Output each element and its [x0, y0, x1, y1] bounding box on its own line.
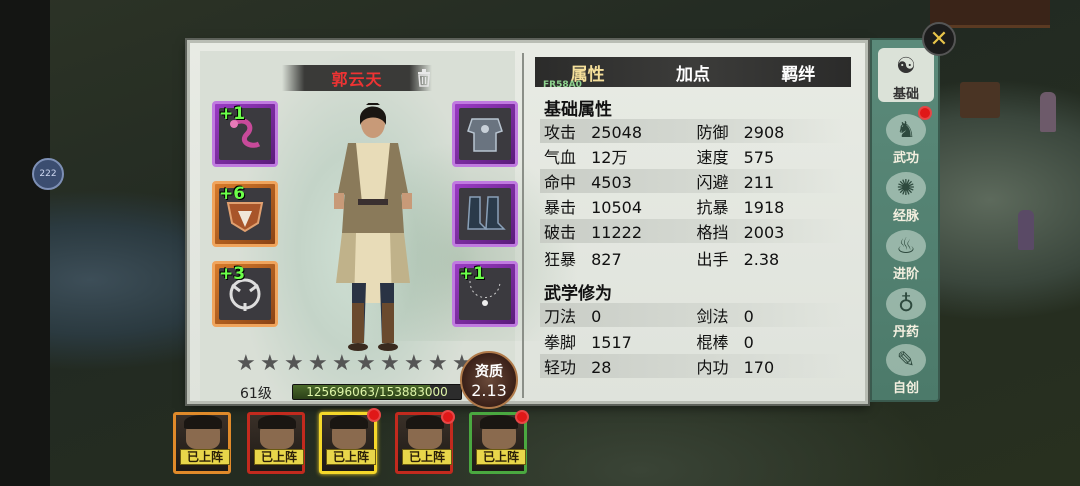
side-item-basic[interactable]: ☯ 基础	[878, 48, 934, 102]
aptitude-badge[interactable]: 资质 2.13	[460, 351, 518, 409]
character-level: 61级	[240, 386, 272, 402]
side-item-self-create[interactable]: ✎ 自创	[878, 342, 934, 396]
wooden-chair	[960, 82, 1000, 118]
notification-dot	[367, 408, 381, 422]
name-plate: 郭云天	[282, 65, 432, 91]
side-item-advance[interactable]: ♨ 进阶	[878, 228, 934, 282]
side-item-martial-arts[interactable]: ♞ 武功	[878, 112, 934, 166]
tab-bonds[interactable]: 羁绊	[746, 60, 851, 85]
close-icon: ✕	[929, 26, 949, 52]
equip-slot-left-2[interactable]: +6	[212, 181, 278, 247]
flame-icon: ♨	[886, 230, 926, 262]
notification-dot	[441, 410, 455, 424]
equip-slot-right-2[interactable]	[452, 181, 518, 247]
stat-row: 拳脚 1517 棍棒 0	[544, 333, 754, 352]
star-icon: ★	[380, 351, 400, 376]
close-button[interactable]: ✕	[922, 22, 956, 56]
stat-row: 命中 4503 闪避 211	[540, 169, 845, 193]
aptitude-label: 资质	[475, 363, 503, 380]
enhance-level: +6	[219, 184, 246, 204]
martial-cultivation-title: 武学修为	[544, 284, 612, 304]
stat-row: 气血 12万 速度 575	[544, 148, 775, 167]
book-icon: ✎	[886, 344, 926, 376]
star-icon: ★	[236, 351, 256, 376]
exp-bar: 125696063/153883000	[292, 384, 462, 400]
scholar-icon: ☯	[896, 53, 916, 79]
deployed-tag: 已上阵	[180, 449, 230, 465]
tab-sub-label: FR58A0	[543, 79, 582, 90]
portrait-area: 郭云天 +1 +6 +3 +1 ★ ★ ★ ★ ★ ★ ★ ★ ★ ★ 61级 …	[200, 51, 580, 409]
side-item-pills[interactable]: ♁ 丹药	[878, 286, 934, 340]
star-icon: ★	[260, 351, 280, 376]
team-member-selected[interactable]: 已上阵	[319, 412, 377, 474]
enhance-level: +1	[459, 264, 486, 284]
star-icon: ★	[428, 351, 448, 376]
deployed-tag: 已上阵	[254, 449, 304, 465]
meridian-swirl-icon: ✺	[886, 172, 926, 204]
character-panel: 郭云天 +1 +6 +3 +1 ★ ★ ★ ★ ★ ★ ★ ★ ★ ★ 61级 …	[187, 40, 868, 409]
floating-joystick-button[interactable]: 222	[32, 158, 64, 190]
aptitude-value: 2.13	[471, 380, 507, 400]
gourd-icon: ♁	[886, 288, 926, 320]
martial-pose-icon: ♞	[886, 114, 926, 146]
equip-slot-left-3[interactable]: +3	[212, 261, 278, 327]
deployed-tag: 已上阵	[402, 449, 452, 465]
equip-slot-right-1[interactable]	[452, 101, 518, 167]
tab-add-points[interactable]: 加点	[640, 60, 745, 85]
trash-icon[interactable]	[416, 69, 432, 87]
side-menu: ☯ 基础 ♞ 武功 ✺ 经脉 ♨ 进阶 ♁ 丹药 ✎ 自创	[870, 38, 940, 402]
npc-figure[interactable]	[1018, 210, 1034, 250]
star-icon: ★	[332, 351, 352, 376]
stat-row: 攻击 25048 防御 2908	[540, 119, 845, 143]
star-rating: ★ ★ ★ ★ ★ ★ ★ ★ ★ ★	[236, 353, 474, 375]
robe-armor-icon	[467, 118, 503, 152]
stat-row: 刀法 0 剑法 0	[540, 303, 845, 327]
deployed-tag: 已上阵	[326, 449, 376, 465]
enhance-level: +1	[219, 104, 246, 124]
npc-figure[interactable]	[1040, 92, 1056, 132]
exp-text: 125696063/153883000	[306, 385, 448, 399]
equip-slot-left-1[interactable]: +1	[212, 101, 278, 167]
stat-row: 轻功 28 内功 170	[540, 354, 845, 378]
basic-attributes-title: 基础属性	[544, 100, 612, 120]
stat-row: 狂暴 827 出手 2.38	[544, 250, 780, 269]
stat-row: 暴击 10504 抗暴 1918	[544, 198, 785, 217]
notification-dot	[515, 410, 529, 424]
stat-row: 破击 11222 格挡 2003	[540, 219, 845, 243]
tab-bar: 属性 FR58A0 加点 羁绊	[535, 57, 851, 90]
deployed-tag: 已上阵	[476, 449, 526, 465]
enhance-level: +3	[219, 264, 246, 284]
team-member[interactable]: 已上阵	[173, 412, 231, 474]
team-member[interactable]: 已上阵	[247, 412, 305, 474]
tab-attributes[interactable]: 属性 FR58A0	[535, 60, 640, 90]
star-icon: ★	[356, 351, 376, 376]
side-item-meridians[interactable]: ✺ 经脉	[878, 170, 934, 224]
equip-slot-right-3[interactable]: +1	[452, 261, 518, 327]
screen-edge	[0, 0, 50, 486]
character-name: 郭云天	[331, 70, 383, 89]
hero-figure	[334, 103, 412, 351]
boots-icon	[467, 196, 506, 230]
star-icon: ★	[404, 351, 424, 376]
panel-divider	[522, 53, 524, 398]
star-icon: ★	[284, 351, 304, 376]
star-icon: ★	[308, 351, 328, 376]
